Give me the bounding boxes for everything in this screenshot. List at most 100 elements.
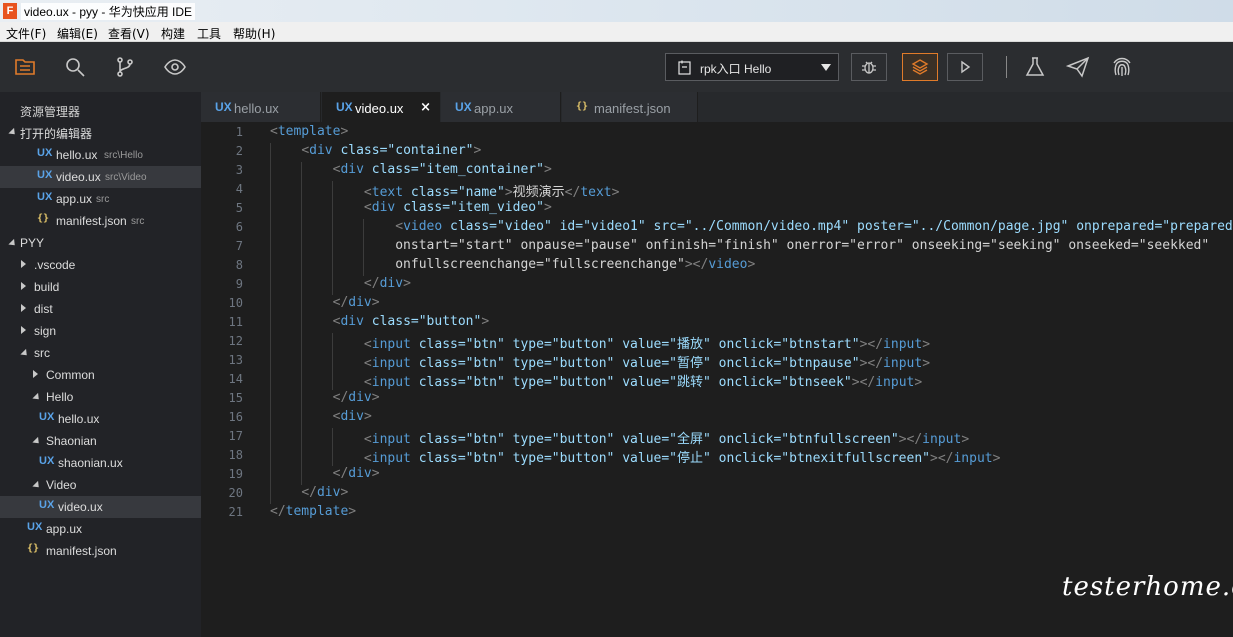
indent-guide: [363, 219, 364, 276]
code-line: </div>: [332, 390, 380, 405]
page-icon: [678, 60, 691, 75]
chevron-down-icon: [821, 64, 831, 71]
chevron-down-icon: [8, 127, 18, 138]
chevron-right-icon: [21, 282, 26, 290]
toolbar: rpk入口 Hello: [0, 42, 1233, 92]
app-logo-icon: F: [3, 3, 17, 19]
code-line: </template>: [270, 504, 357, 519]
ux-file-icon: UX: [37, 147, 53, 159]
code-editor[interactable]: 1 2 3 4 5 6 7 8 9 10 11 12 13 14 15 16 17 18 19 20 21 <templ…: [201, 122, 1233, 637]
menu-help[interactable]: 帮助(H): [233, 25, 275, 42]
code-line: </div>: [301, 485, 349, 500]
project-root[interactable]: PYY: [0, 232, 201, 254]
folder-item[interactable]: Common: [0, 364, 201, 386]
explorer-title: 资源管理器: [20, 105, 81, 119]
file-item[interactable]: UX shaonian.ux: [0, 452, 201, 474]
folder-item[interactable]: dist: [0, 298, 201, 320]
fingerprint-icon[interactable]: [1110, 55, 1134, 79]
code-line: <div class="container">: [301, 143, 482, 158]
file-item[interactable]: UX video.ux: [0, 496, 201, 518]
code-line: <template>: [270, 124, 349, 139]
chevron-down-icon: [32, 392, 42, 403]
send-publish-icon[interactable]: [1066, 55, 1090, 79]
toolbar-divider: [1006, 56, 1007, 78]
menu-view[interactable]: 查看(V): [108, 25, 150, 42]
chevron-right-icon: [33, 370, 38, 378]
run-button[interactable]: [947, 53, 983, 81]
open-editor-item[interactable]: UX video.ux src\Video: [0, 166, 201, 188]
line-number: 12: [228, 334, 243, 348]
editor-tabs: UX hello.ux UX video.ux × UX app.ux {} m…: [201, 92, 1233, 122]
ux-file-icon: UX: [37, 191, 53, 203]
ux-file-icon: UX: [336, 100, 353, 114]
folder-item[interactable]: Shaonian: [0, 430, 201, 452]
layers-icon: [911, 59, 929, 75]
open-editor-item[interactable]: UX app.ux src: [0, 188, 201, 210]
line-number: 18: [228, 448, 243, 462]
json-file-icon: {}: [576, 101, 589, 112]
open-editor-item[interactable]: UX hello.ux src\Hello: [0, 144, 201, 166]
menu-bar: 文件(F) 编辑(E) 查看(V) 构建 工具 帮助(H): [0, 22, 1233, 42]
line-number: 10: [228, 296, 243, 310]
menu-edit[interactable]: 编辑(E): [57, 25, 98, 42]
title-bar: F video.ux - pyy - 华为快应用 IDE: [0, 0, 1233, 22]
line-number: 11: [228, 315, 243, 329]
tab-app-ux[interactable]: UX app.ux: [441, 92, 561, 122]
code-line: </div>: [332, 295, 380, 310]
folder-item[interactable]: .vscode: [0, 254, 201, 276]
explorer-icon[interactable]: [13, 55, 37, 79]
folder-item[interactable]: sign: [0, 320, 201, 342]
debug-bug-icon: [862, 61, 876, 74]
close-icon[interactable]: ×: [420, 100, 431, 115]
file-item[interactable]: UX app.ux: [0, 518, 201, 540]
code-line: onfullscreenchange="fullscreenchange"></…: [270, 257, 756, 272]
open-editors-header[interactable]: 打开的编辑器: [0, 121, 201, 143]
code-line: <div class="button">: [332, 314, 490, 329]
entry-select-value: rpk入口 Hello: [700, 62, 772, 76]
folder-item[interactable]: Video: [0, 474, 201, 496]
menu-build[interactable]: 构建: [161, 25, 185, 42]
tab-hello-ux[interactable]: UX hello.ux: [201, 92, 321, 122]
open-editor-item[interactable]: {} manifest.json src: [0, 210, 201, 232]
line-number: 5: [235, 201, 243, 215]
run-play-icon: [961, 60, 971, 74]
line-number: 17: [228, 429, 243, 443]
entry-select[interactable]: rpk入口 Hello: [665, 53, 839, 81]
file-item[interactable]: {} manifest.json: [0, 540, 201, 562]
source-control-icon[interactable]: [113, 55, 137, 79]
line-number: 7: [235, 239, 243, 253]
line-number: 6: [235, 220, 243, 234]
line-number: 1: [235, 125, 243, 139]
ux-file-icon: UX: [27, 521, 43, 533]
tab-manifest-json[interactable]: {} manifest.json: [562, 92, 698, 122]
folder-item[interactable]: src: [0, 342, 201, 364]
layers-button[interactable]: [902, 53, 938, 81]
indent-guide: [332, 428, 333, 466]
indent-guide: [301, 162, 302, 485]
menu-tools[interactable]: 工具: [197, 25, 221, 42]
debug-button[interactable]: [851, 53, 887, 81]
code-line: </div>: [363, 276, 411, 291]
line-number: 8: [235, 258, 243, 272]
ux-file-icon: UX: [39, 455, 55, 467]
search-icon[interactable]: [63, 55, 87, 79]
chevron-right-icon: [21, 326, 26, 334]
indent-guide: [270, 143, 271, 504]
ux-file-icon: UX: [455, 100, 472, 114]
chevron-right-icon: [21, 260, 26, 268]
chevron-right-icon: [21, 304, 26, 312]
line-number: 21: [228, 505, 243, 519]
folder-item[interactable]: Hello: [0, 386, 201, 408]
window-title: video.ux - pyy - 华为快应用 IDE: [21, 3, 196, 20]
line-number: 3: [235, 163, 243, 177]
folder-item[interactable]: build: [0, 276, 201, 298]
tab-video-ux[interactable]: UX video.ux ×: [322, 92, 440, 122]
line-number: 20: [228, 486, 243, 500]
flask-test-icon[interactable]: [1023, 55, 1047, 79]
file-item[interactable]: UX hello.ux: [0, 408, 201, 430]
preview-eye-icon[interactable]: [163, 55, 187, 79]
ux-file-icon: UX: [39, 499, 55, 511]
line-number: 2: [235, 144, 243, 158]
code-line: <div class="item_container">: [332, 162, 552, 177]
menu-file[interactable]: 文件(F): [6, 25, 46, 42]
